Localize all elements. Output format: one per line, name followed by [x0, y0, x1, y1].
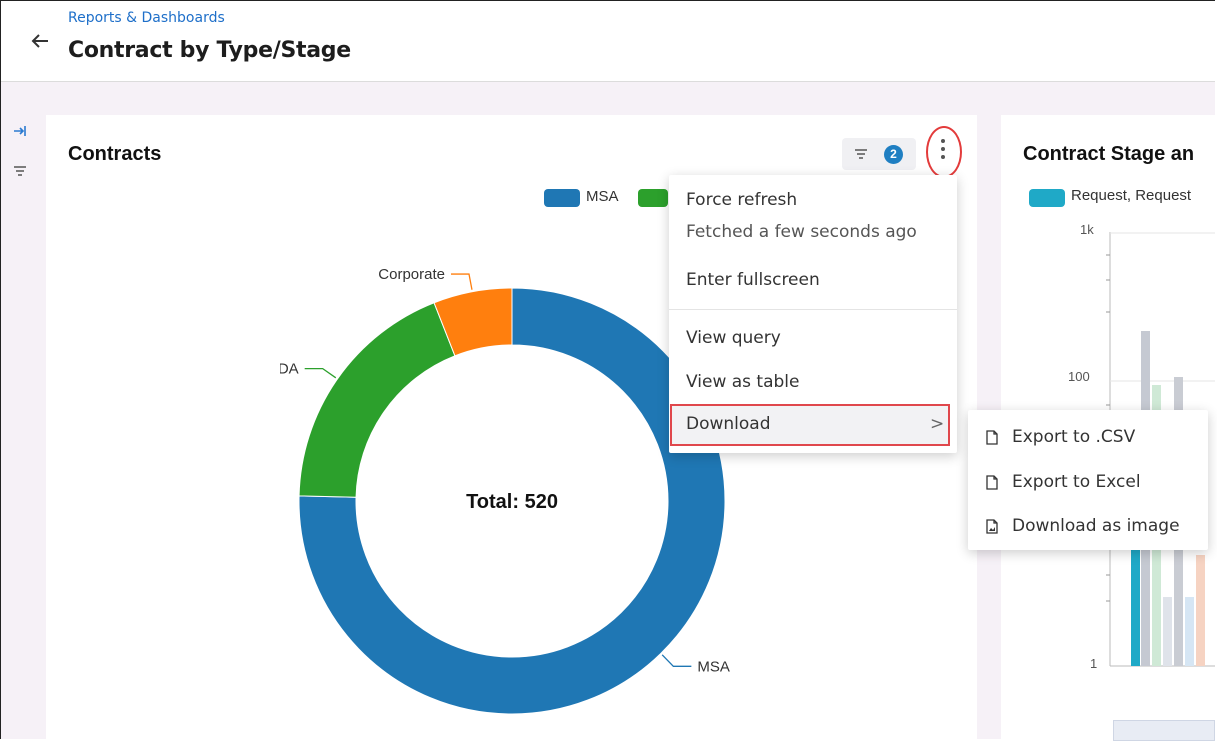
slice-label: Corporate: [378, 266, 445, 283]
card-title: Contracts: [68, 143, 162, 165]
file-icon: [986, 430, 998, 445]
menu-item-view-query[interactable]: View query: [686, 328, 781, 348]
range-slider[interactable]: [1113, 720, 1215, 741]
y-tick-label: 1k: [1080, 222, 1094, 237]
donut-center-total: Total: 520: [466, 491, 558, 513]
filter-chip[interactable]: [842, 138, 916, 170]
slice-label: MSA: [697, 658, 730, 675]
leader-line: [661, 654, 692, 667]
legend-label[interactable]: Request, Request: [1071, 187, 1191, 204]
y-tick-label: 100: [1068, 369, 1090, 384]
legend-swatch-nda[interactable]: [638, 189, 668, 207]
menu-item-force-refresh[interactable]: Force refresh: [686, 190, 797, 210]
breadcrumb[interactable]: Reports & Dashboards: [68, 10, 225, 26]
more-options-icon[interactable]: [941, 139, 945, 163]
legend-swatch-msa[interactable]: [544, 189, 580, 207]
filter-count-badge: 2: [884, 145, 903, 164]
slice-label: NDA: [280, 361, 299, 378]
file-icon: [986, 475, 998, 490]
download-label: Download: [686, 414, 771, 434]
page-header: Reports & Dashboards Contract by Type/St…: [1, 1, 1215, 82]
expand-panel-icon[interactable]: [13, 124, 27, 142]
chevron-right-icon: >: [930, 414, 945, 434]
page-title: Contract by Type/Stage: [68, 38, 351, 63]
leader-line: [304, 367, 337, 379]
export-excel-item[interactable]: Export to Excel: [1012, 472, 1141, 492]
menu-divider: [669, 309, 957, 310]
legend-label[interactable]: MSA: [586, 188, 619, 205]
image-file-icon: [986, 519, 998, 534]
donut-slice-nda[interactable]: [298, 302, 456, 498]
filter-icon: [855, 149, 867, 159]
download-submenu: Export to .CSV Export to Excel Download …: [968, 410, 1208, 550]
filter-icon[interactable]: [13, 164, 27, 182]
options-menu: Force refresh Fetched a few seconds ago …: [669, 175, 957, 453]
leader-line: [450, 273, 473, 290]
menu-item-download[interactable]: Download >: [670, 404, 950, 446]
menu-item-view-table[interactable]: View as table: [686, 372, 799, 392]
menu-item-fetched-status: Fetched a few seconds ago: [686, 222, 917, 242]
legend-swatch[interactable]: [1029, 189, 1065, 207]
menu-item-fullscreen[interactable]: Enter fullscreen: [686, 270, 820, 290]
export-csv-item[interactable]: Export to .CSV: [1012, 427, 1135, 447]
card-title: Contract Stage an: [1023, 143, 1195, 165]
y-tick-label: 1: [1090, 656, 1098, 671]
back-arrow-icon[interactable]: [29, 30, 51, 52]
download-image-item[interactable]: Download as image: [1012, 516, 1180, 536]
